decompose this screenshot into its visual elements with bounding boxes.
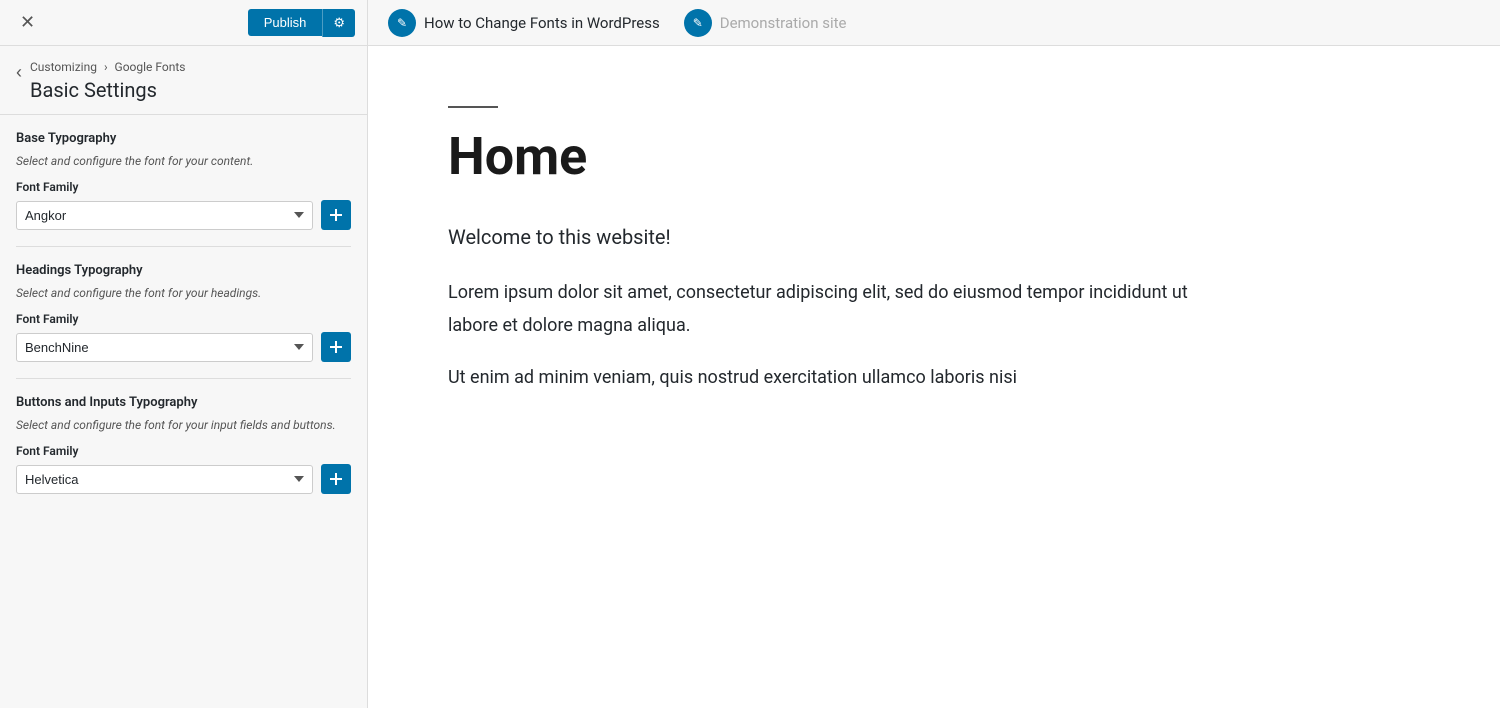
divider-2 (16, 378, 351, 379)
buttons-inputs-typography-desc: Select and configure the font for your i… (16, 416, 351, 434)
main-preview: ✎ How to Change Fonts in WordPress ✎ Dem… (368, 0, 1500, 708)
buttons-inputs-typography-field-label: Font Family (16, 444, 351, 458)
base-typography-expand-button[interactable] (321, 200, 351, 230)
buttons-inputs-typography-field-row: Helvetica (16, 464, 351, 494)
expand-icon-2 (329, 340, 343, 354)
expand-icon (329, 208, 343, 222)
nav-link-demo-text: Demonstration site (720, 14, 847, 32)
publish-controls: Publish ⚙ (248, 9, 355, 37)
expand-icon-3 (329, 472, 343, 486)
buttons-inputs-typography-title: Buttons and Inputs Typography (16, 395, 351, 410)
breadcrumb-parent: Google Fonts (115, 60, 186, 74)
preview-content: Home Welcome to this website! Lorem ipsu… (368, 46, 1268, 474)
nav-link-wordpress-text: How to Change Fonts in WordPress (424, 14, 660, 32)
headings-typography-expand-button[interactable] (321, 332, 351, 362)
top-bar: ✕ Publish ⚙ (0, 0, 367, 46)
preview-nav: ✎ How to Change Fonts in WordPress ✎ Dem… (368, 0, 1500, 46)
breadcrumb-nav: Customizing › Google Fonts (30, 60, 186, 74)
settings-gear-button[interactable]: ⚙ (322, 9, 355, 37)
close-button[interactable]: ✕ (12, 8, 43, 37)
headings-typography-font-select[interactable]: BenchNine (16, 333, 313, 362)
edit-icon-1: ✎ (388, 9, 416, 37)
base-typography-title: Base Typography (16, 131, 351, 146)
base-typography-field-label: Font Family (16, 180, 351, 194)
preview-subtitle: Welcome to this website! (448, 225, 1188, 249)
base-typography-desc: Select and configure the font for your c… (16, 152, 351, 170)
buttons-inputs-typography-font-select[interactable]: Helvetica (16, 465, 313, 494)
sidebar: ✕ Publish ⚙ ‹ Customizing › Google Fonts… (0, 0, 368, 708)
edit-icon-2: ✎ (684, 9, 712, 37)
page-title: Basic Settings (30, 78, 186, 102)
publish-button[interactable]: Publish (248, 9, 323, 36)
headings-typography-title: Headings Typography (16, 263, 351, 278)
nav-link-wordpress[interactable]: ✎ How to Change Fonts in WordPress (388, 9, 660, 37)
divider-1 (16, 246, 351, 247)
buttons-inputs-typography-expand-button[interactable] (321, 464, 351, 494)
back-button[interactable]: ‹ (16, 62, 22, 83)
settings-content: Base Typography Select and configure the… (0, 115, 367, 708)
headings-typography-field-label: Font Family (16, 312, 351, 326)
base-typography-font-select[interactable]: Angkor (16, 201, 313, 230)
nav-link-demo[interactable]: ✎ Demonstration site (684, 9, 847, 37)
breadcrumb-section: ‹ Customizing › Google Fonts Basic Setti… (0, 46, 367, 115)
breadcrumb-customizing: Customizing (30, 60, 97, 74)
headings-typography-desc: Select and configure the font for your h… (16, 284, 351, 302)
preview-top-divider (448, 106, 498, 108)
breadcrumb-separator: › (104, 60, 108, 74)
preview-body-2: Ut enim ad minim veniam, quis nostrud ex… (448, 362, 1188, 394)
preview-body-1: Lorem ipsum dolor sit amet, consectetur … (448, 277, 1188, 342)
base-typography-field-row: Angkor (16, 200, 351, 230)
breadcrumb-text: Customizing › Google Fonts Basic Setting… (30, 60, 186, 102)
headings-typography-field-row: BenchNine (16, 332, 351, 362)
preview-heading: Home (448, 128, 1188, 185)
